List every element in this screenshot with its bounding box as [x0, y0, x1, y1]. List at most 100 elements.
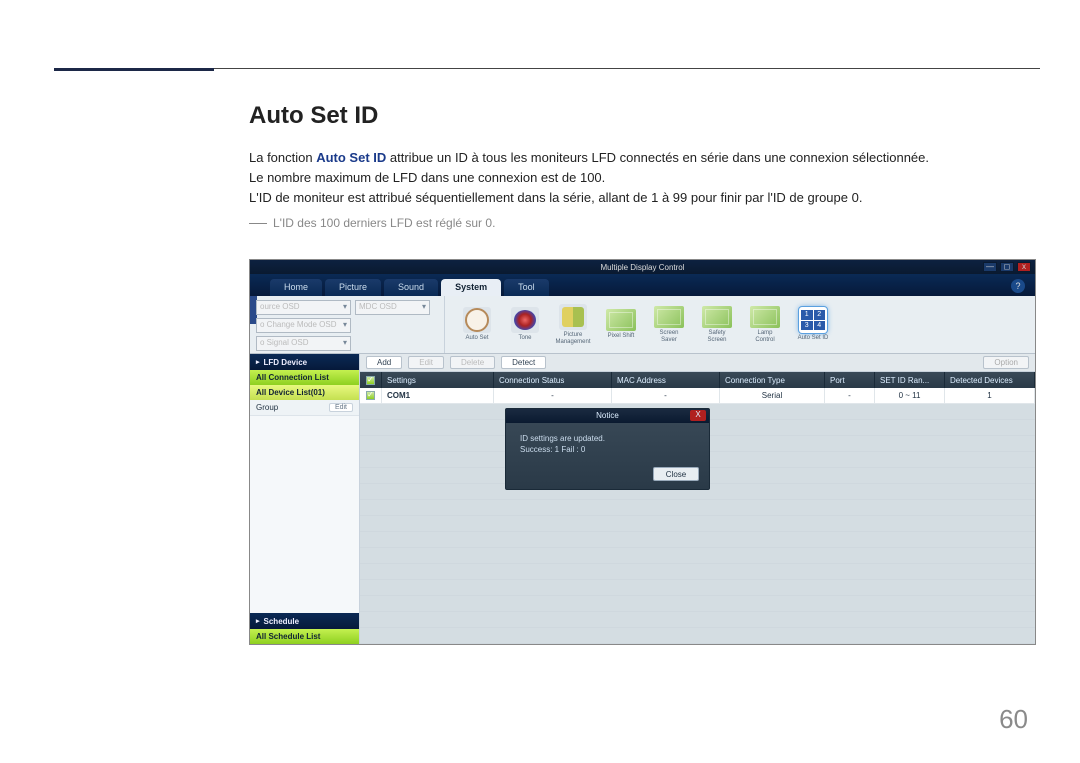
cell-conn-status: -	[494, 388, 612, 403]
table-row[interactable]: COM1 - - Serial - 0 ~ 11 1	[360, 388, 1035, 404]
sidebar-all-connection[interactable]: All Connection List	[250, 370, 359, 385]
sidebar-header-lfd[interactable]: LFD Device	[250, 354, 359, 370]
ribbon-pixel-shift[interactable]: Pixel Shift	[603, 309, 639, 340]
dialog-title: Notice	[596, 411, 619, 420]
ribbon-screen-saver[interactable]: Screen Saver	[651, 306, 687, 343]
no-change-osd-dropdown[interactable]: o Change Mode OSD	[256, 318, 351, 333]
add-button[interactable]: Add	[366, 356, 402, 369]
dialog-line2: Success: 1 Fail : 0	[520, 444, 695, 455]
para1-bold: Auto Set ID	[316, 150, 386, 165]
note-row: L'ID des 100 derniers LFD est réglé sur …	[249, 216, 1039, 230]
source-osd-dropdown[interactable]: ource OSD	[256, 300, 351, 315]
cell-range: 0 ~ 11	[875, 388, 945, 403]
dialog-line1: ID settings are updated.	[520, 433, 695, 444]
clock-icon	[465, 308, 489, 332]
thumb-icon	[654, 306, 684, 328]
app-screenshot: Multiple Display Control — ◻ x Home Pict…	[249, 259, 1036, 645]
ribbon-safety-screen[interactable]: Safety Screen	[699, 306, 735, 343]
document-content: Auto Set ID La fonction Auto Set ID attr…	[249, 102, 1039, 230]
cell-mac: -	[612, 388, 720, 403]
page-rule-accent	[54, 68, 214, 71]
dialog-close-button[interactable]: Close	[653, 467, 699, 481]
delete-button[interactable]: Delete	[450, 356, 495, 369]
cell-port: -	[825, 388, 875, 403]
option-button[interactable]: Option	[983, 356, 1029, 369]
ribbon-auto-set[interactable]: Auto Set	[459, 307, 495, 342]
ribbon-auto-set-id[interactable]: 1234 Auto Set ID	[795, 307, 831, 342]
col-settings[interactable]: Settings	[382, 372, 494, 388]
close-button[interactable]: x	[1017, 262, 1031, 272]
note-dash-icon	[249, 223, 267, 224]
thumb-icon	[606, 309, 636, 331]
thumb-icon	[750, 306, 780, 328]
dialog-titlebar: Notice X	[506, 409, 709, 423]
ribbon-tone[interactable]: Tone	[507, 307, 543, 342]
sidebar-group-row[interactable]: Group Edit	[250, 400, 359, 416]
para1-prefix: La fonction	[249, 150, 316, 165]
page-number: 60	[999, 704, 1028, 735]
col-conn-status[interactable]: Connection Status	[494, 372, 612, 388]
col-conn-type[interactable]: Connection Type	[720, 372, 825, 388]
note-text: L'ID des 100 derniers LFD est réglé sur …	[273, 216, 495, 230]
ribbon-label: Tone	[518, 335, 531, 342]
ribbon-label: Screen Saver	[651, 330, 687, 343]
paragraph-3: L'ID de moniteur est attribué séquentiel…	[249, 188, 1039, 208]
tone-icon	[514, 310, 536, 330]
tiles-icon: 1234	[801, 310, 825, 330]
app-tabs: Home Picture Sound System Tool ?	[250, 274, 1035, 296]
paragraph-1: La fonction Auto Set ID attribue un ID à…	[249, 148, 1039, 168]
row-check-icon[interactable]	[366, 391, 375, 400]
minimize-button[interactable]: —	[983, 262, 997, 272]
ribbon-label: Auto Set ID	[798, 335, 829, 342]
notice-dialog: Notice X ID settings are updated. Succes…	[505, 408, 710, 490]
ribbon-label: Auto Set	[465, 335, 488, 342]
app-title: Multiple Display Control	[600, 263, 684, 272]
edit-button[interactable]: Edit	[408, 356, 444, 369]
col-port[interactable]: Port	[825, 372, 875, 388]
dialog-body: ID settings are updated. Success: 1 Fail…	[506, 423, 709, 459]
ribbon-label: Pixel Shift	[608, 333, 635, 340]
ribbon-osd-group: ource OSD MDC OSD o Change Mode OSD o Si…	[250, 296, 445, 353]
bars-icon	[562, 307, 584, 327]
table-header: Settings Connection Status MAC Address C…	[360, 372, 1035, 388]
grid-fill: Notice X ID settings are updated. Succes…	[360, 404, 1035, 644]
main-area: Add Edit Delete Detect Option Settings C…	[360, 354, 1035, 644]
tab-system[interactable]: System	[441, 279, 501, 296]
sidebar-edit-button[interactable]: Edit	[329, 403, 353, 412]
ribbon-tools: Auto Set Tone Picture Management Pixel S…	[445, 296, 1035, 353]
check-icon	[366, 376, 375, 385]
tab-sound[interactable]: Sound	[384, 279, 438, 296]
app-titlebar: Multiple Display Control — ◻ x	[250, 260, 1035, 274]
app-body: LFD Device All Connection List All Devic…	[250, 354, 1035, 644]
sidebar-all-schedule[interactable]: All Schedule List	[250, 629, 359, 644]
no-signal-osd-dropdown[interactable]: o Signal OSD	[256, 336, 351, 351]
sidebar-all-device[interactable]: All Device List(01)	[250, 385, 359, 400]
mdc-osd-dropdown[interactable]: MDC OSD	[355, 300, 430, 315]
col-detected[interactable]: Detected Devices	[945, 372, 1035, 388]
col-mac[interactable]: MAC Address	[612, 372, 720, 388]
toolbar: Add Edit Delete Detect Option	[360, 354, 1035, 372]
tab-picture[interactable]: Picture	[325, 279, 381, 296]
ribbon: ource OSD MDC OSD o Change Mode OSD o Si…	[250, 296, 1035, 354]
section-heading: Auto Set ID	[249, 102, 1039, 130]
ribbon-picture-mgmt[interactable]: Picture Management	[555, 304, 591, 345]
help-icon[interactable]: ?	[1011, 279, 1025, 293]
tab-home[interactable]: Home	[270, 279, 322, 296]
tab-tool[interactable]: Tool	[504, 279, 549, 296]
sidebar: LFD Device All Connection List All Devic…	[250, 354, 360, 644]
cell-conn-type: Serial	[720, 388, 825, 403]
cell-detected: 1	[945, 388, 1035, 403]
ribbon-lamp-control[interactable]: Lamp Control	[747, 306, 783, 343]
thumb-icon	[702, 306, 732, 328]
paragraph-2: Le nombre maximum de LFD dans une connex…	[249, 168, 1039, 188]
cell-settings: COM1	[382, 388, 494, 403]
col-check[interactable]	[360, 372, 382, 388]
sidebar-header-schedule[interactable]: Schedule	[250, 613, 359, 629]
col-range[interactable]: SET ID Ran...	[875, 372, 945, 388]
dialog-close-icon[interactable]: X	[690, 410, 706, 421]
ribbon-label: Picture Management	[555, 332, 591, 345]
ribbon-label: Lamp Control	[747, 330, 783, 343]
maximize-button[interactable]: ◻	[1000, 262, 1014, 272]
window-controls: — ◻ x	[983, 262, 1031, 272]
detect-button[interactable]: Detect	[501, 356, 546, 369]
